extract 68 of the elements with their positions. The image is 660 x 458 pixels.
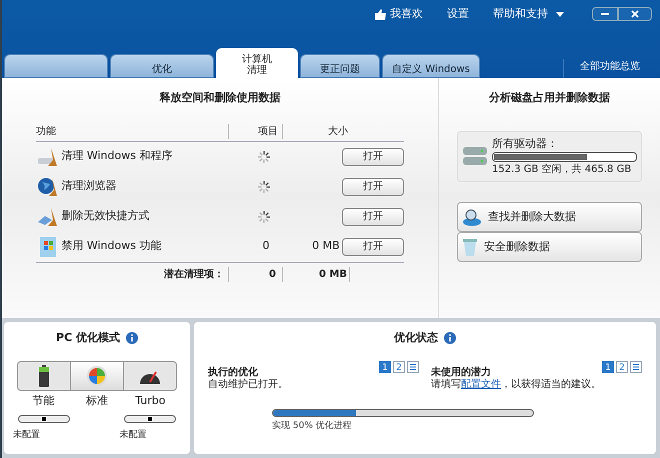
open-button[interactable]: 打开 bbox=[342, 178, 404, 196]
profile-link[interactable]: 配置文件 bbox=[461, 378, 501, 390]
tab[interactable]: 自定义 Windows bbox=[382, 54, 480, 78]
column-header: 大小 bbox=[282, 124, 350, 138]
loading-spinner-icon bbox=[258, 210, 270, 222]
action-button[interactable]: 查找并删除大数据 bbox=[457, 202, 642, 232]
action-button[interactable]: 安全删除数据 bbox=[457, 232, 642, 262]
tab[interactable] bbox=[4, 54, 108, 78]
settings-link[interactable]: 设置 bbox=[447, 6, 469, 22]
section-title: 分析磁盘占用并删除数据 bbox=[488, 90, 611, 106]
status-text: 请填写配置文件，以获得适当的建议。 bbox=[431, 378, 601, 390]
open-button[interactable]: 打开 bbox=[342, 238, 404, 256]
status-heading: 未使用的潜力 bbox=[431, 366, 492, 378]
total-size: 0 MB bbox=[282, 266, 350, 282]
column-header: 功能 bbox=[36, 124, 57, 138]
column-header: 项目 bbox=[228, 124, 282, 138]
dropdown-caret-icon[interactable] bbox=[556, 12, 564, 17]
item-count: 0 bbox=[262, 238, 270, 254]
feature-name: 清理 Windows 和程序 bbox=[60, 148, 174, 164]
mode-status: 未配置 bbox=[120, 429, 147, 442]
list-view-icon[interactable] bbox=[407, 360, 419, 372]
mode-label: 标准 bbox=[86, 392, 108, 408]
loading-spinner-icon bbox=[258, 150, 270, 162]
globe-broom-icon bbox=[36, 176, 59, 198]
total-label: 潜在清理项： bbox=[163, 268, 225, 282]
page-button[interactable]: 1 bbox=[602, 360, 614, 372]
disk-space-text: 152.3 GB 空闲，共 465.8 GB bbox=[492, 162, 632, 177]
section-title: 释放空间和删除使用数据 bbox=[160, 90, 280, 106]
feature-name: 清理浏览器 bbox=[60, 178, 118, 194]
panel-title: 优化状态 bbox=[394, 330, 438, 346]
tab[interactable]: 更正问题 bbox=[300, 54, 380, 78]
mode-label: Turbo bbox=[135, 392, 166, 408]
status-text: 自动维护已打开。 bbox=[208, 378, 288, 390]
open-button[interactable]: 打开 bbox=[342, 208, 404, 226]
page-button[interactable]: 2 bbox=[616, 360, 628, 372]
mode-label: 节能 bbox=[32, 392, 55, 408]
tab[interactable]: 优化 bbox=[110, 54, 214, 78]
slider-thumb[interactable] bbox=[42, 417, 46, 421]
slider-thumb[interactable] bbox=[148, 417, 152, 421]
open-button[interactable]: 打开 bbox=[342, 148, 404, 166]
list-view-icon[interactable] bbox=[630, 360, 642, 372]
thumbs-up-icon[interactable] bbox=[375, 8, 386, 20]
close-button[interactable] bbox=[618, 7, 652, 22]
minimize-button[interactable] bbox=[592, 7, 618, 22]
feature-name: 删除无效快捷方式 bbox=[60, 208, 150, 224]
mode-status: 未配置 bbox=[13, 429, 40, 442]
drive-label: 所有驱动器： bbox=[492, 136, 559, 152]
trash-can-icon bbox=[462, 237, 478, 257]
close-icon bbox=[631, 10, 639, 18]
panel-title: PC 优化模式 bbox=[56, 330, 120, 346]
total-items: 0 bbox=[228, 266, 282, 282]
status-heading: 执行的优化 bbox=[208, 366, 259, 378]
tab[interactable]: 计算机清理 bbox=[216, 48, 298, 78]
magnifier-icon bbox=[462, 208, 482, 226]
battery-icon bbox=[38, 364, 50, 386]
window-icon bbox=[38, 236, 57, 258]
page-button[interactable]: 2 bbox=[393, 360, 405, 372]
progress-caption: 实现 50% 优化进程 bbox=[272, 420, 352, 430]
info-icon[interactable] bbox=[126, 332, 138, 344]
minimize-icon bbox=[601, 13, 609, 16]
info-icon[interactable] bbox=[444, 332, 456, 344]
windows-orb-icon bbox=[86, 364, 108, 386]
page-button[interactable]: 1 bbox=[379, 360, 391, 372]
like-link[interactable]: 我喜欢 bbox=[390, 6, 423, 22]
size-value: 0 MB bbox=[312, 238, 340, 254]
feature-name: 禁用 Windows 功能 bbox=[60, 238, 162, 254]
help-link[interactable]: 帮助和支持 bbox=[493, 6, 548, 22]
loading-spinner-icon bbox=[258, 180, 270, 192]
